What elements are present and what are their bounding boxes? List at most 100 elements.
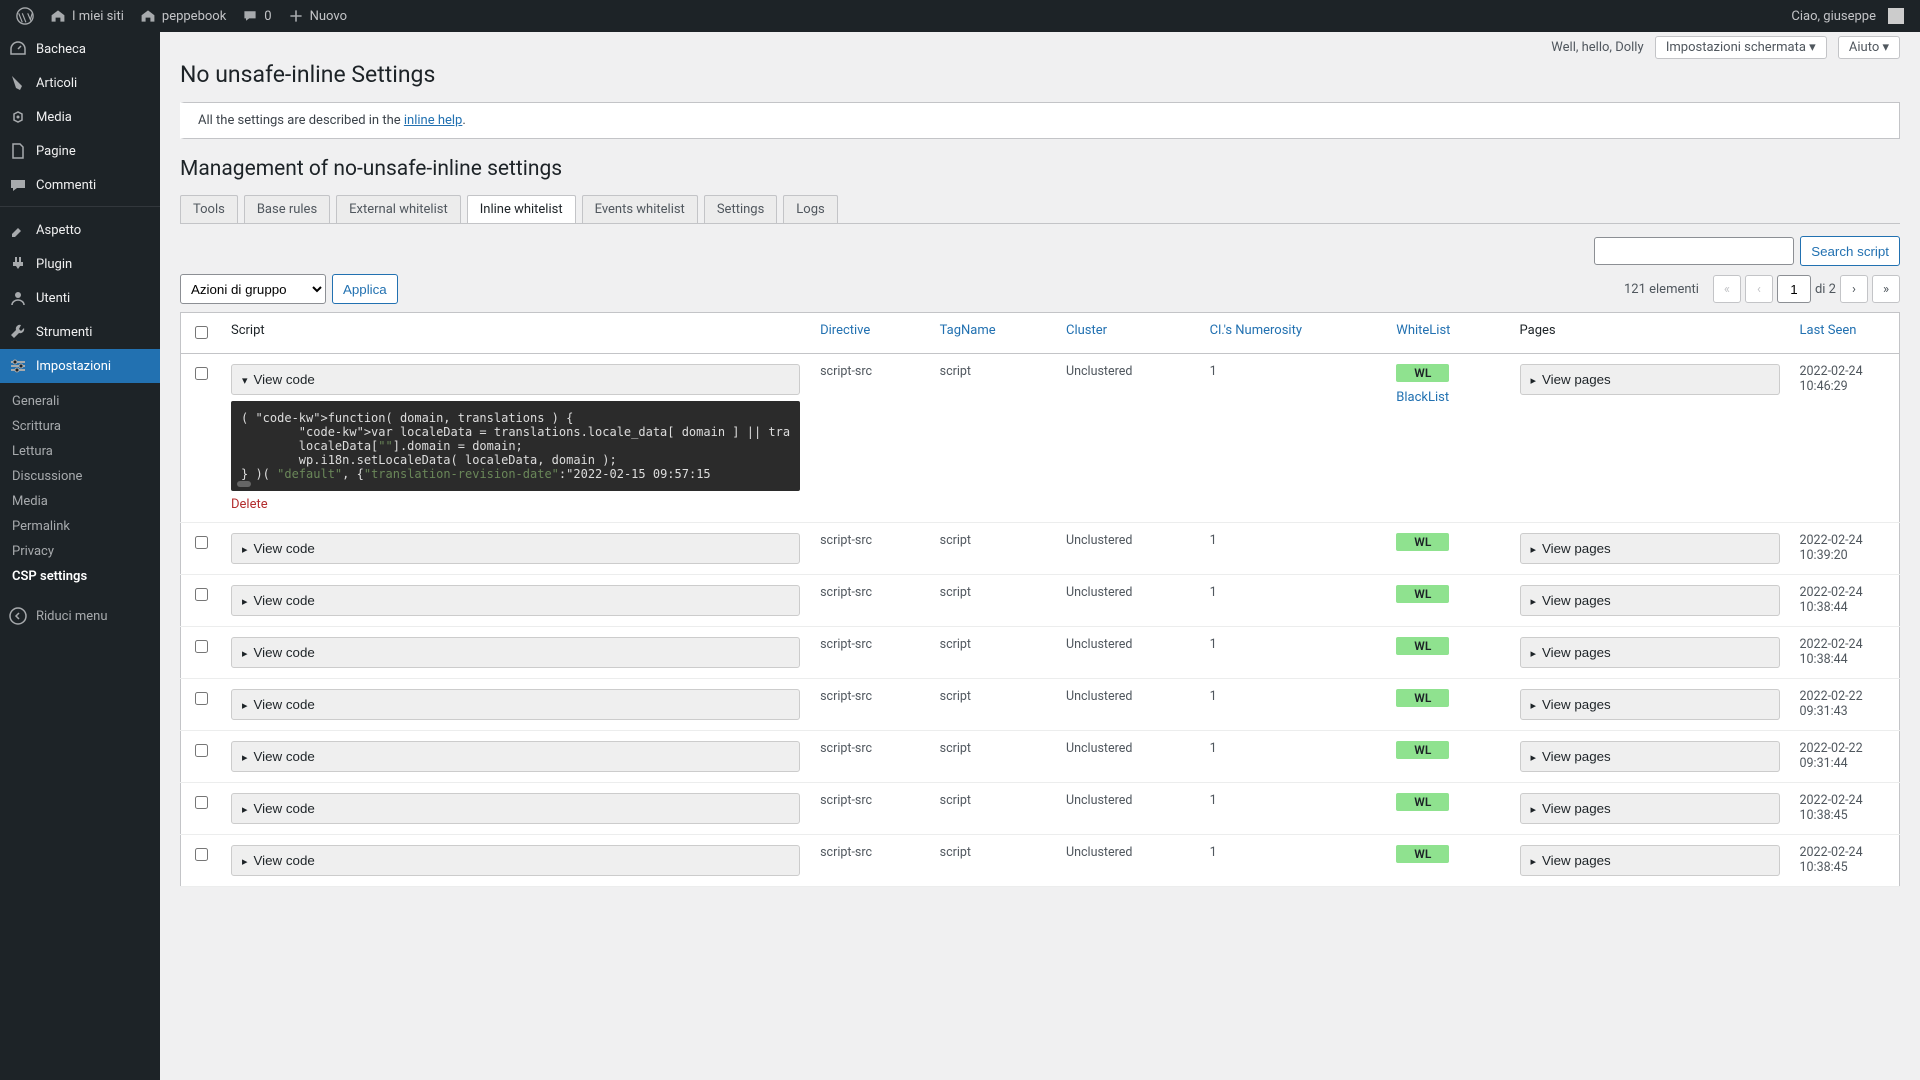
row-checkbox[interactable] (195, 796, 208, 809)
pager-next[interactable]: › (1840, 275, 1868, 303)
admin-bar: I miei siti peppebook 0 Nuovo Ciao, gius… (0, 0, 1920, 32)
sidebar-item-tools[interactable]: Strumenti (0, 315, 160, 349)
view-code-button[interactable]: ▾View code (231, 364, 800, 395)
row-checkbox[interactable] (195, 536, 208, 549)
wp-logo[interactable] (8, 0, 42, 32)
tab-external-whitelist[interactable]: External whitelist (336, 195, 461, 223)
tab-tools[interactable]: Tools (180, 195, 238, 223)
cell-cluster: Unclustered (1056, 731, 1200, 783)
cell-lastseen: 2022-02-2410:39:20 (1790, 523, 1900, 575)
tab-inline-whitelist[interactable]: Inline whitelist (467, 195, 576, 223)
site-link[interactable]: peppebook (132, 0, 234, 32)
view-pages-button[interactable]: ▸View pages (1520, 533, 1780, 564)
comment-icon (242, 8, 258, 24)
search-button[interactable]: Search script (1800, 236, 1900, 266)
cell-numerosity: 1 (1200, 731, 1387, 783)
row-checkbox[interactable] (195, 640, 208, 653)
view-pages-button[interactable]: ▸View pages (1520, 585, 1780, 616)
submenu-item[interactable]: CSP settings (0, 564, 160, 589)
sidebar-item-label: Commenti (36, 178, 96, 193)
collapse-icon (8, 606, 28, 626)
search-input[interactable] (1594, 237, 1794, 265)
cell-numerosity: 1 (1200, 354, 1387, 523)
tablenav: Azioni di gruppo Applica 121 elementi « … (180, 274, 1900, 304)
col-lastseen[interactable]: Last Seen (1790, 313, 1900, 354)
col-whitelist[interactable]: WhiteList (1386, 313, 1509, 354)
pager-prev[interactable]: ‹ (1745, 275, 1773, 303)
sidebar-item-dashboard[interactable]: Bacheca (0, 32, 160, 66)
tab-base-rules[interactable]: Base rules (244, 195, 330, 223)
sidebar-item-comments[interactable]: Commenti (0, 168, 160, 202)
row-checkbox[interactable] (195, 588, 208, 601)
submenu-item[interactable]: Permalink (0, 514, 160, 539)
code-scrollbar[interactable] (237, 481, 251, 487)
submenu-item[interactable]: Scrittura (0, 414, 160, 439)
sidebar-item-users[interactable]: Utenti (0, 281, 160, 315)
pager-page-input[interactable] (1777, 275, 1811, 303)
cell-tagname: script (930, 523, 1056, 575)
search-box: Search script (1594, 236, 1900, 266)
sidebar-item-post[interactable]: Articoli (0, 66, 160, 100)
cell-lastseen: 2022-02-2209:31:44 (1790, 731, 1900, 783)
top-right: Well, hello, Dolly Impostazioni schermat… (180, 36, 1900, 59)
submenu-item[interactable]: Lettura (0, 439, 160, 464)
tab-events-whitelist[interactable]: Events whitelist (582, 195, 698, 223)
view-code-button[interactable]: ▸View code (231, 689, 800, 720)
row-checkbox[interactable] (195, 692, 208, 705)
view-code-button[interactable]: ▸View code (231, 741, 800, 772)
col-cluster[interactable]: Cluster (1056, 313, 1200, 354)
bulk-apply-button[interactable]: Applica (332, 274, 398, 304)
view-pages-button[interactable]: ▸View pages (1520, 793, 1780, 824)
settings-submenu: GeneraliScritturaLetturaDiscussioneMedia… (0, 383, 160, 599)
view-pages-button[interactable]: ▸View pages (1520, 741, 1780, 772)
submenu-item[interactable]: Discussione (0, 464, 160, 489)
new-link[interactable]: Nuovo (280, 0, 355, 32)
inline-help-link[interactable]: inline help (404, 113, 462, 128)
view-pages-button[interactable]: ▸View pages (1520, 637, 1780, 668)
sidebar-item-plugin[interactable]: Plugin (0, 247, 160, 281)
view-code-button[interactable]: ▸View code (231, 533, 800, 564)
col-numerosity[interactable]: Cl.'s Numerosity (1200, 313, 1387, 354)
comments-link[interactable]: 0 (234, 0, 279, 32)
col-directive[interactable]: Directive (810, 313, 930, 354)
wordpress-icon (16, 7, 34, 25)
select-all-checkbox[interactable] (195, 326, 208, 339)
screen-options-button[interactable]: Impostazioni schermata ▾ (1655, 36, 1827, 59)
row-checkbox[interactable] (195, 744, 208, 757)
tab-settings[interactable]: Settings (704, 195, 777, 223)
sidebar-item-label: Utenti (36, 291, 70, 306)
sidebar-item-page[interactable]: Pagine (0, 134, 160, 168)
cell-directive: script-src (810, 731, 930, 783)
sidebar-item-media[interactable]: Media (0, 100, 160, 134)
submenu-item[interactable]: Media (0, 489, 160, 514)
view-pages-button[interactable]: ▸View pages (1520, 364, 1780, 395)
pager-last[interactable]: » (1872, 275, 1900, 303)
row-checkbox[interactable] (195, 848, 208, 861)
delete-link[interactable]: Delete (231, 497, 268, 512)
blacklist-link[interactable]: BlackList (1396, 390, 1449, 405)
tab-logs[interactable]: Logs (783, 195, 837, 223)
bulk-action-select[interactable]: Azioni di gruppo (180, 274, 326, 304)
view-code-button[interactable]: ▸View code (231, 845, 800, 876)
view-pages-button[interactable]: ▸View pages (1520, 689, 1780, 720)
my-sites[interactable]: I miei siti (42, 0, 132, 32)
help-button[interactable]: Aiuto ▾ (1838, 36, 1900, 59)
cell-directive: script-src (810, 835, 930, 887)
wl-badge: WL (1396, 741, 1449, 759)
howdy[interactable]: Ciao, giuseppe (1783, 0, 1912, 32)
sidebar-item-label: Articoli (36, 76, 77, 91)
sidebar-item-appearance[interactable]: Aspetto (0, 213, 160, 247)
view-code-button[interactable]: ▸View code (231, 793, 800, 824)
col-tagname[interactable]: TagName (930, 313, 1056, 354)
sidebar-item-settings[interactable]: Impostazioni (0, 349, 160, 383)
collapse-menu[interactable]: Riduci menu (0, 599, 160, 633)
submenu-item[interactable]: Generali (0, 389, 160, 414)
view-pages-button[interactable]: ▸View pages (1520, 845, 1780, 876)
submenu-item[interactable]: Privacy (0, 539, 160, 564)
row-checkbox[interactable] (195, 367, 208, 380)
view-code-button[interactable]: ▸View code (231, 585, 800, 616)
appearance-icon (8, 220, 28, 240)
content: Well, hello, Dolly Impostazioni schermat… (160, 0, 1920, 907)
view-code-button[interactable]: ▸View code (231, 637, 800, 668)
pager-first[interactable]: « (1713, 275, 1741, 303)
